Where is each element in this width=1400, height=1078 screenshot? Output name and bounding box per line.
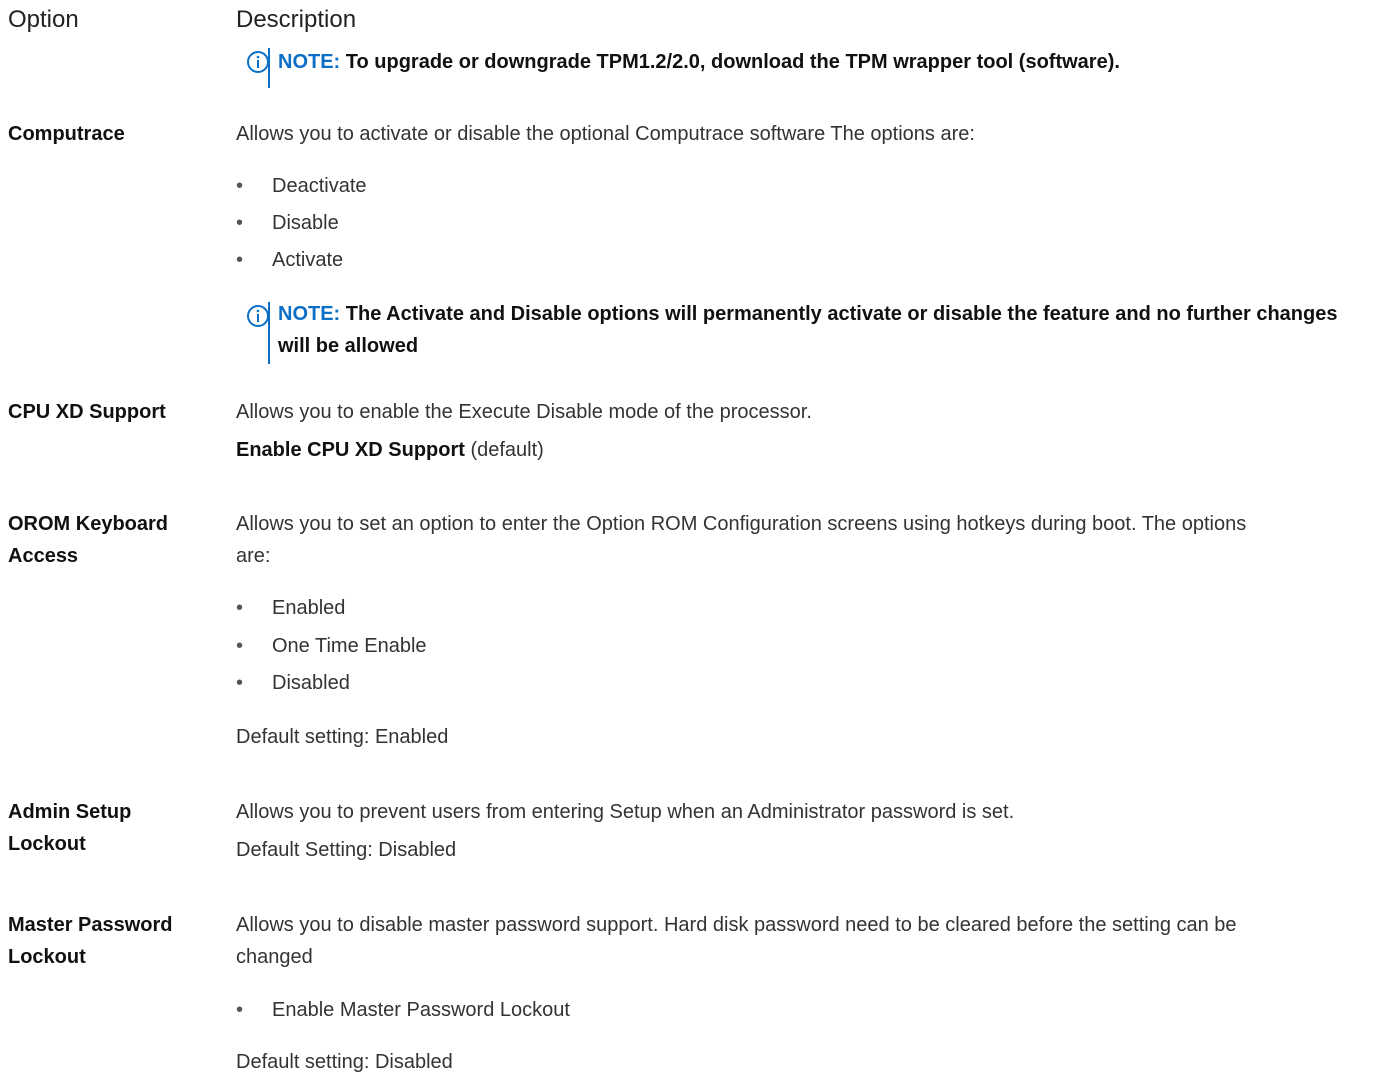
master-default-setting: Default setting: Disabled — [236, 1051, 453, 1073]
list-item-label: One Time Enable — [272, 635, 427, 657]
description-column-header: Description — [236, 6, 357, 33]
computrace-description: Allows you to activate or disable the op… — [236, 123, 975, 145]
orom-description-line1: Allows you to set an option to enter the… — [236, 513, 1247, 535]
list-item: • Deactivate — [236, 175, 367, 197]
note-bar — [268, 48, 270, 88]
list-item: • Enable Master Password Lockout — [236, 999, 570, 1021]
option-computrace: Computrace — [8, 123, 125, 145]
list-item-label: Disabled — [272, 672, 350, 694]
list-item: • Activate — [236, 249, 344, 271]
master-description-line1: Allows you to disable master password su… — [236, 914, 1237, 936]
cpu-xd-default-suffix: (default) — [464, 439, 544, 461]
info-icon — [247, 51, 269, 73]
list-item: • Disabled — [236, 672, 350, 694]
option-column-header: Option — [8, 6, 79, 33]
orom-description-line2: are: — [236, 545, 271, 567]
cpu-xd-description: Allows you to enable the Execute Disable… — [236, 401, 812, 423]
cpu-xd-default: Enable CPU XD Support (default) — [236, 434, 544, 466]
cpu-xd-enable-label: Enable CPU XD Support — [236, 439, 465, 461]
note-tpm: NOTE: To upgrade or downgrade TPM1.2/2.0… — [278, 46, 1378, 78]
note-text: To upgrade or downgrade TPM1.2/2.0, down… — [340, 51, 1120, 73]
admin-description: Allows you to prevent users from enterin… — [236, 801, 1015, 823]
list-item: • Enabled — [236, 597, 346, 619]
list-item: • One Time Enable — [236, 635, 427, 657]
option-orom-keyboard-access: OROM Keyboard Access — [8, 513, 169, 567]
option-master-password-lockout: Master Password Lockout — [8, 914, 173, 968]
list-item-label: Enabled — [272, 597, 346, 619]
list-item-label: Activate — [272, 249, 344, 271]
note-text: The Activate and Disable options will pe… — [278, 303, 1338, 357]
note-label: NOTE: — [278, 303, 341, 325]
master-description-line2: changed — [236, 946, 313, 968]
option-cpu-xd-support: CPU XD Support — [8, 401, 166, 423]
list-item: • Disable — [236, 212, 339, 234]
orom-default-setting: Default setting: Enabled — [236, 726, 449, 748]
admin-default-setting: Default Setting: Disabled — [236, 839, 457, 861]
list-item-label: Deactivate — [272, 175, 367, 197]
list-item-label: Disable — [272, 212, 339, 234]
option-admin-setup-lockout: Admin Setup Lockout — [8, 801, 132, 855]
note-computrace: NOTE: The Activate and Disable options w… — [278, 298, 1368, 362]
list-item-label: Enable Master Password Lockout — [272, 999, 570, 1021]
note-label: NOTE: — [278, 51, 341, 73]
info-icon — [247, 305, 269, 327]
note-bar — [268, 302, 270, 364]
